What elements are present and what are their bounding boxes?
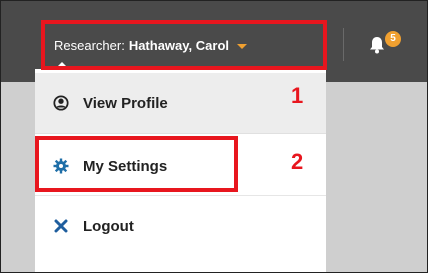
step-number-1: 1 — [291, 83, 304, 108]
menu-item-label: View Profile — [83, 94, 168, 112]
notification-count-badge: 5 — [385, 31, 401, 47]
close-icon — [53, 218, 69, 234]
app-frame: Researcher: Hathaway, Carol 5 View Profi… — [0, 0, 428, 273]
menu-item-label: Logout — [83, 217, 134, 235]
menu-item-logout[interactable]: Logout — [35, 195, 326, 256]
step-number-2: 2 — [291, 149, 304, 174]
menu-separator — [35, 133, 326, 134]
menu-item-view-profile[interactable]: View Profile — [35, 73, 326, 133]
user-circle-icon — [53, 95, 69, 111]
callout-box-user-menu — [41, 20, 327, 70]
callout-box-my-settings — [35, 136, 238, 192]
toolbar-divider — [343, 28, 344, 61]
notifications-bell-icon[interactable] — [367, 35, 387, 55]
